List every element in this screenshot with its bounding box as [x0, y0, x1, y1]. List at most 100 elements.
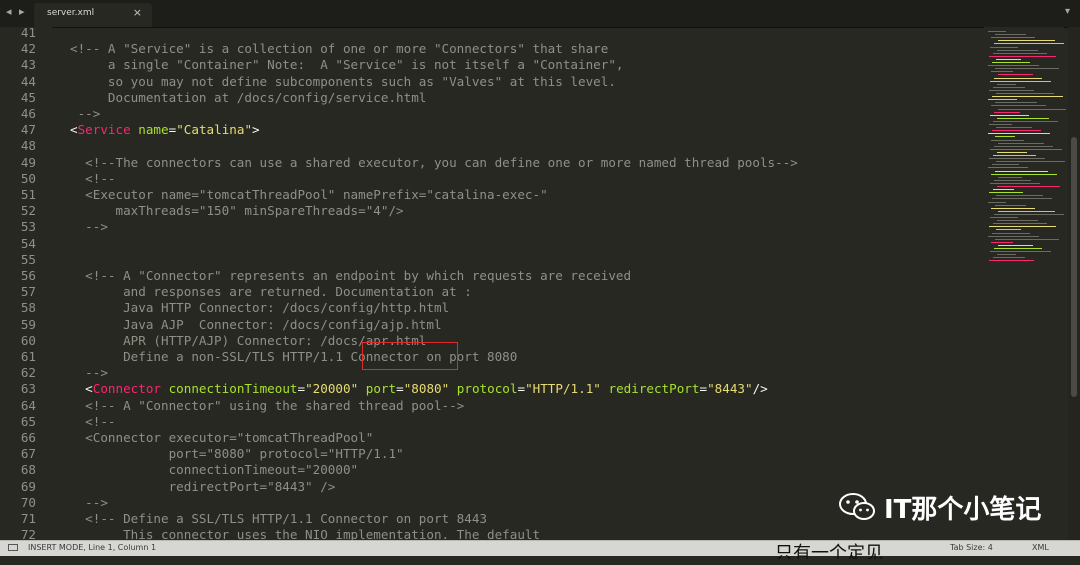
code-text: -->: [70, 106, 101, 121]
tab-label: server.xml: [47, 8, 95, 18]
line-number: 62: [20, 365, 36, 381]
line-number: 65: [20, 413, 36, 429]
code-line[interactable]: 48: [0, 138, 980, 154]
line-number: 71: [20, 511, 36, 526]
minimap-line: [996, 195, 1043, 197]
code-line[interactable]: 45 Documentation at /docs/config/service…: [0, 90, 980, 106]
minimap-line: [989, 124, 1012, 125]
minimap-line: [992, 130, 1041, 132]
minimap-line: [990, 46, 1018, 48]
code-line[interactable]: 56 <!-- A "Connector" represents an endp…: [0, 268, 980, 284]
minimap-line: [991, 139, 1024, 141]
line-number: 53: [20, 219, 36, 235]
code-line[interactable]: 63 <Connector connectionTimeout="20000" …: [0, 381, 980, 397]
code-line[interactable]: 46 -->: [0, 106, 980, 122]
code-line[interactable]: 41: [0, 27, 980, 41]
vertical-scrollbar[interactable]: [1068, 27, 1080, 540]
line-number: 68: [20, 462, 36, 478]
code-line[interactable]: 59 Java AJP Connector: /docs/config/ajp.…: [0, 317, 980, 333]
code-text: Java AJP Connector: /docs/config/ajp.htm…: [70, 316, 442, 332]
minimap-line: [989, 55, 1056, 57]
chevron-down-icon[interactable]: ▾: [1065, 6, 1070, 17]
minimap-line: [998, 108, 1066, 110]
line-number: 70: [20, 494, 36, 510]
minimap-line: [994, 179, 1031, 181]
code-line[interactable]: 57 and responses are returned. Documenta…: [0, 284, 980, 300]
code-text: Documentation at /docs/config/service.ht…: [70, 89, 427, 105]
minimap-line: [998, 40, 1055, 42]
minimap[interactable]: [984, 27, 1066, 540]
code-line[interactable]: 65 <!--: [0, 414, 980, 430]
minimap-line: [995, 68, 1059, 70]
code-editor[interactable]: 41 42 <!-- A "Service" is a collection of …: [0, 27, 980, 540]
tab-nav-arrows-icon[interactable]: ◂ ▸: [6, 5, 27, 18]
code-line[interactable]: 51 <Executor name="tomcatThreadPool" nam…: [0, 187, 980, 203]
minimap-line: [991, 173, 1057, 175]
code-line[interactable]: 68 connectionTimeout="20000": [0, 462, 980, 478]
minimap-line: [996, 58, 1021, 60]
code-line[interactable]: 69 redirectPort="8443" />: [0, 479, 980, 495]
minimap-line: [989, 192, 1023, 194]
code-text: port="8080" protocol="HTTP/1.1": [70, 446, 404, 462]
minimap-line: [990, 114, 1029, 116]
code-line[interactable]: 62 -->: [0, 365, 980, 381]
code-line[interactable]: 52 maxThreads="150" minSpareThreads="4"/…: [0, 203, 980, 219]
code-line[interactable]: 71 <!-- Define a SSL/TLS HTTP/1.1 Connec…: [0, 511, 980, 527]
line-number: 64: [20, 397, 36, 413]
code-line[interactable]: 66 <Connector executor="tomcatThreadPool…: [0, 430, 980, 446]
minimap-line: [994, 43, 1064, 45]
minimap-line: [993, 257, 1025, 259]
minimap-line: [998, 74, 1033, 76]
minimap-line: [989, 226, 1056, 228]
code-text: <Service name="Catalina">: [70, 122, 260, 138]
line-number: 46: [20, 106, 36, 121]
minimap-line: [991, 37, 1035, 39]
minimap-line: [997, 151, 1027, 153]
code-line[interactable]: 42 <!-- A "Service" is a collection of on…: [0, 41, 980, 57]
code-line[interactable]: 72 This connector uses the NIO implement…: [0, 527, 980, 540]
minimap-line: [995, 204, 1026, 206]
minimap-line: [992, 164, 1019, 166]
code-line[interactable]: 50 <!--: [0, 171, 980, 187]
panel-toggle-icon[interactable]: [8, 544, 18, 551]
minimap-line: [995, 136, 1015, 138]
status-syntax[interactable]: XML: [1032, 543, 1049, 552]
minimap-line: [995, 102, 1037, 104]
minimap-line: [992, 232, 1030, 234]
code-line[interactable]: 47 <Service name="Catalina">: [0, 122, 980, 138]
minimap-line: [998, 176, 1022, 178]
minimap-line: [990, 182, 1040, 184]
code-line[interactable]: 58 Java HTTP Connector: /docs/config/htt…: [0, 300, 980, 316]
code-text: <Connector executor="tomcatThreadPool": [70, 430, 374, 445]
code-line[interactable]: 61 Define a non-SSL/TLS HTTP/1.1 Connect…: [0, 349, 980, 365]
code-line[interactable]: 49 <!--The connectors can use a shared e…: [0, 155, 980, 171]
line-number: 61: [20, 349, 36, 364]
minimap-line: [988, 201, 1006, 203]
minimap-line: [996, 229, 1021, 231]
code-line[interactable]: 55: [0, 252, 980, 268]
code-text: connectionTimeout="20000": [70, 462, 359, 478]
code-line[interactable]: 64 <!-- A "Connector" using the shared t…: [0, 398, 980, 414]
code-line[interactable]: 43 a single "Container" Note: A "Service…: [0, 57, 980, 73]
minimap-line: [994, 77, 1042, 79]
line-number: 59: [20, 316, 36, 332]
close-icon[interactable]: ×: [133, 6, 142, 19]
line-number: 50: [20, 170, 36, 186]
scroll-thumb[interactable]: [1071, 137, 1077, 397]
code-line[interactable]: 44 so you may not define subcomponents s…: [0, 74, 980, 90]
minimap-line: [997, 254, 1016, 256]
code-line[interactable]: 67 port="8080" protocol="HTTP/1.1": [0, 446, 980, 462]
line-number: 47: [20, 122, 36, 138]
minimap-line: [992, 96, 1063, 98]
code-line[interactable]: 53 -->: [0, 219, 980, 235]
minimap-line: [989, 260, 1034, 262]
minimap-line: [994, 145, 1053, 147]
tab-server-xml[interactable]: server.xml ×: [34, 3, 152, 27]
code-line[interactable]: 70 -->: [0, 495, 980, 511]
code-text: <!--The connectors can use a shared exec…: [70, 154, 798, 170]
minimap-line: [990, 217, 1018, 218]
status-tab-size[interactable]: Tab Size: 4: [950, 543, 993, 552]
code-line[interactable]: 54: [0, 236, 980, 252]
code-line[interactable]: 60 APR (HTTP/AJP) Connector: /docs/apr.h…: [0, 333, 980, 349]
minimap-line: [988, 65, 1039, 67]
